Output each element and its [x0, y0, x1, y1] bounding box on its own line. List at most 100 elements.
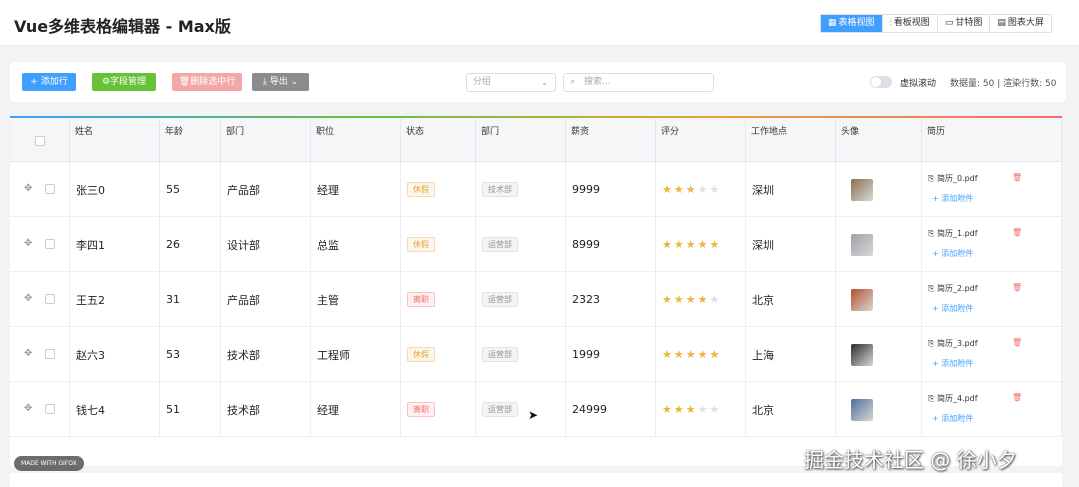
star-icon[interactable]: ★: [698, 184, 708, 195]
cell-name[interactable]: 张三0: [70, 162, 160, 217]
cell-dept-tag[interactable]: 运营部: [476, 382, 566, 437]
cell-rating[interactable]: ★ ★ ★ ★ ★: [656, 162, 746, 217]
resume-file-link[interactable]: ⎘ 简历_4.pdf: [928, 393, 978, 404]
avatar-image[interactable]: [851, 233, 873, 256]
cell-position[interactable]: 经理: [311, 162, 401, 217]
cell-position[interactable]: 主管: [311, 272, 401, 327]
add-row-button[interactable]: + 添加行: [22, 73, 76, 91]
star-icon[interactable]: ★: [686, 239, 696, 250]
virtual-scroll-toggle[interactable]: [870, 76, 892, 88]
cell-dept[interactable]: 技术部: [221, 327, 311, 382]
add-attachment-link[interactable]: + 添加附件: [932, 248, 973, 259]
row-checkbox[interactable]: [45, 294, 55, 304]
cell-rating[interactable]: ★ ★ ★ ★ ★: [656, 327, 746, 382]
group-select[interactable]: 分组 ⌄: [466, 73, 556, 92]
resume-file-link[interactable]: ⎘ 简历_0.pdf: [928, 173, 978, 184]
star-icon[interactable]: ★: [662, 404, 672, 415]
cell-age[interactable]: 51: [160, 382, 221, 437]
cell-avatar[interactable]: [836, 217, 922, 272]
column-header[interactable]: 部门: [476, 118, 566, 162]
star-icon[interactable]: ★: [698, 294, 708, 305]
delete-selected-button[interactable]: 🗑删除选中行: [172, 73, 242, 91]
cell-dept-tag[interactable]: 运营部: [476, 327, 566, 382]
cell-rating[interactable]: ★ ★ ★ ★ ★: [656, 272, 746, 327]
view-tab-1[interactable]: ⫶ 看板视图: [883, 15, 938, 32]
column-header[interactable]: 部门: [221, 118, 311, 162]
row-checkbox[interactable]: [45, 184, 55, 194]
avatar-image[interactable]: [851, 178, 873, 201]
cell-dept-tag[interactable]: 运营部: [476, 272, 566, 327]
cell-rating[interactable]: ★ ★ ★ ★ ★: [656, 217, 746, 272]
rating-stars[interactable]: ★ ★ ★ ★ ★: [662, 404, 719, 415]
cell-dept[interactable]: 产品部: [221, 272, 311, 327]
drag-handle-icon[interactable]: ✥: [24, 238, 32, 249]
cell-location[interactable]: 北京: [746, 272, 836, 327]
star-icon[interactable]: ★: [662, 349, 672, 360]
cell-status[interactable]: 休假: [401, 162, 476, 217]
cell-salary[interactable]: 9999: [566, 162, 656, 217]
column-header[interactable]: 姓名: [70, 118, 160, 162]
delete-file-icon[interactable]: 🗑: [1012, 338, 1022, 347]
resume-file-link[interactable]: ⎘ 简历_2.pdf: [928, 283, 978, 294]
add-attachment-link[interactable]: + 添加附件: [932, 193, 973, 204]
avatar-image[interactable]: [851, 398, 873, 421]
star-icon[interactable]: ★: [686, 404, 696, 415]
delete-file-icon[interactable]: 🗑: [1012, 393, 1022, 402]
column-header[interactable]: 工作地点: [746, 118, 836, 162]
cell-dept-tag[interactable]: 运营部: [476, 217, 566, 272]
add-attachment-link[interactable]: + 添加附件: [932, 413, 973, 424]
cell-dept[interactable]: 设计部: [221, 217, 311, 272]
cell-dept-tag[interactable]: 技术部: [476, 162, 566, 217]
star-icon[interactable]: ★: [662, 184, 672, 195]
cell-avatar[interactable]: [836, 162, 922, 217]
cell-name[interactable]: 钱七4: [70, 382, 160, 437]
star-icon[interactable]: ★: [674, 294, 684, 305]
column-header[interactable]: 薪资: [566, 118, 656, 162]
cell-status[interactable]: 休假: [401, 327, 476, 382]
row-checkbox[interactable]: [45, 404, 55, 414]
resume-file-link[interactable]: ⎘ 简历_1.pdf: [928, 228, 978, 239]
drag-handle-icon[interactable]: ✥: [24, 183, 32, 194]
column-header[interactable]: 头像: [836, 118, 922, 162]
cell-age[interactable]: 53: [160, 327, 221, 382]
add-attachment-link[interactable]: + 添加附件: [932, 358, 973, 369]
cell-location[interactable]: 上海: [746, 327, 836, 382]
view-tab-3[interactable]: ▤ 图表大屏: [990, 15, 1051, 32]
cell-salary[interactable]: 2323: [566, 272, 656, 327]
cell-location[interactable]: 北京: [746, 382, 836, 437]
cell-age[interactable]: 31: [160, 272, 221, 327]
cell-position[interactable]: 总监: [311, 217, 401, 272]
search-input[interactable]: ⌕ 搜索...: [563, 73, 714, 92]
star-icon[interactable]: ★: [710, 184, 720, 195]
star-icon[interactable]: ★: [674, 349, 684, 360]
row-checkbox[interactable]: [45, 349, 55, 359]
cell-status[interactable]: 休假: [401, 217, 476, 272]
avatar-image[interactable]: [851, 288, 873, 311]
star-icon[interactable]: ★: [674, 404, 684, 415]
star-icon[interactable]: ★: [662, 294, 672, 305]
cell-rating[interactable]: ★ ★ ★ ★ ★: [656, 382, 746, 437]
star-icon[interactable]: ★: [710, 404, 720, 415]
rating-stars[interactable]: ★ ★ ★ ★ ★: [662, 349, 719, 360]
resume-file-link[interactable]: ⎘ 简历_3.pdf: [928, 338, 978, 349]
cell-name[interactable]: 王五2: [70, 272, 160, 327]
delete-file-icon[interactable]: 🗑: [1012, 228, 1022, 237]
star-icon[interactable]: ★: [710, 349, 720, 360]
cell-avatar[interactable]: [836, 382, 922, 437]
cell-name[interactable]: 李四1: [70, 217, 160, 272]
star-icon[interactable]: ★: [710, 294, 720, 305]
cell-dept[interactable]: 技术部: [221, 382, 311, 437]
drag-handle-icon[interactable]: ✥: [24, 293, 32, 304]
view-tab-0[interactable]: ▦ 表格视图: [821, 15, 883, 32]
rating-stars[interactable]: ★ ★ ★ ★ ★: [662, 294, 719, 305]
cell-salary[interactable]: 8999: [566, 217, 656, 272]
cell-position[interactable]: 工程师: [311, 327, 401, 382]
star-icon[interactable]: ★: [710, 239, 720, 250]
cell-name[interactable]: 赵六3: [70, 327, 160, 382]
cell-status[interactable]: 离职: [401, 382, 476, 437]
cell-location[interactable]: 深圳: [746, 162, 836, 217]
cell-avatar[interactable]: [836, 327, 922, 382]
cell-dept[interactable]: 产品部: [221, 162, 311, 217]
star-icon[interactable]: ★: [686, 294, 696, 305]
column-header[interactable]: 年龄: [160, 118, 221, 162]
